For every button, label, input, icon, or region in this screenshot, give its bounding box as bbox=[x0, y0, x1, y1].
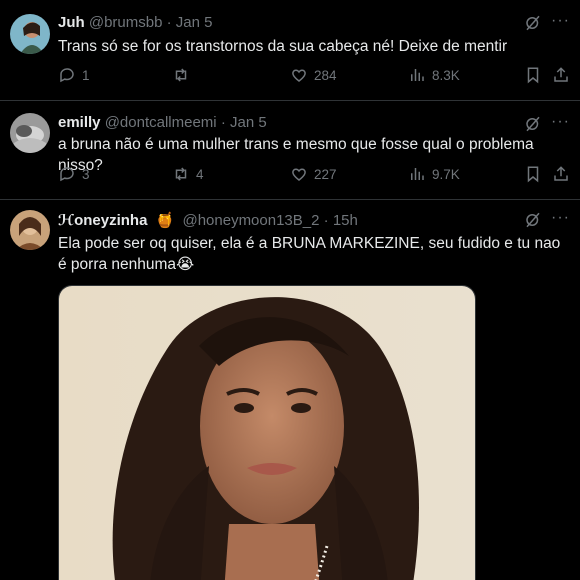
tweet-reply-3[interactable]: ℋoneyzinha 🍯 @honeymoon13B_2 · 15h ··· E… bbox=[0, 200, 580, 580]
tweet-text: Trans só se for os transtornos da sua ca… bbox=[58, 38, 508, 55]
timestamp[interactable]: Jan 5 bbox=[230, 114, 267, 131]
username[interactable]: @brumsbb bbox=[89, 14, 163, 31]
views-button[interactable]: 8.3K bbox=[408, 66, 460, 84]
tweet-media-image[interactable] bbox=[58, 285, 476, 580]
views-icon bbox=[411, 168, 424, 180]
like-count: 284 bbox=[314, 67, 337, 83]
grok-icon[interactable] bbox=[524, 115, 542, 133]
views-button[interactable]: 9.7K bbox=[408, 165, 460, 183]
reply-icon bbox=[60, 68, 74, 83]
tweet-header: Juh @brumsbb · Jan 5 bbox=[58, 14, 212, 31]
bookmark-icon bbox=[527, 166, 539, 183]
repost-button[interactable]: 4 bbox=[172, 165, 204, 183]
tweet-reply-1[interactable]: Juh @brumsbb · Jan 5 ··· Trans só se for… bbox=[0, 0, 580, 101]
repost-icon bbox=[175, 68, 187, 82]
grok-icon[interactable] bbox=[524, 14, 542, 32]
reply-count: 3 bbox=[82, 166, 90, 182]
display-name[interactable]: emilly bbox=[58, 114, 101, 131]
like-button[interactable]: 227 bbox=[290, 165, 337, 183]
separator: · bbox=[323, 212, 329, 229]
views-count: 8.3K bbox=[432, 67, 460, 83]
reply-icon bbox=[60, 167, 74, 182]
repost-count: 4 bbox=[196, 166, 204, 182]
tweet-reply-2[interactable]: emilly @dontcallmeemi · Jan 5 ··· a brun… bbox=[0, 101, 580, 200]
repost-button[interactable] bbox=[172, 66, 196, 84]
share-icon bbox=[554, 67, 568, 82]
avatar[interactable] bbox=[10, 113, 50, 153]
avatar[interactable] bbox=[10, 14, 50, 54]
more-icon[interactable]: ··· bbox=[551, 12, 570, 30]
bookmark-icon bbox=[527, 67, 539, 84]
share-button[interactable] bbox=[552, 165, 570, 183]
views-count: 9.7K bbox=[432, 166, 460, 182]
reply-button[interactable]: 3 bbox=[58, 165, 90, 183]
grok-icon[interactable] bbox=[524, 211, 542, 229]
like-count: 227 bbox=[314, 166, 337, 182]
share-icon bbox=[554, 166, 568, 181]
tweet-text: Ela pode ser oq quiser, ela é a BRUNA MA… bbox=[58, 235, 561, 273]
avatar[interactable] bbox=[10, 210, 50, 250]
action-bar: 1 284 8.3K bbox=[58, 66, 570, 88]
display-name[interactable]: ℋoneyzinha bbox=[58, 212, 147, 229]
separator: · bbox=[220, 114, 226, 131]
more-icon[interactable]: ··· bbox=[551, 209, 570, 227]
heart-icon bbox=[292, 69, 306, 82]
tweet-header: ℋoneyzinha 🍯 @honeymoon13B_2 · 15h bbox=[58, 211, 358, 229]
timestamp[interactable]: Jan 5 bbox=[176, 14, 213, 31]
separator: · bbox=[166, 14, 172, 31]
repost-icon bbox=[175, 167, 187, 181]
share-button[interactable] bbox=[552, 66, 570, 84]
action-bar: 3 4 227 9.7K bbox=[58, 165, 570, 187]
reply-count: 1 bbox=[82, 67, 90, 83]
timestamp[interactable]: 15h bbox=[333, 212, 358, 229]
bookmark-button[interactable] bbox=[524, 66, 542, 84]
like-button[interactable]: 284 bbox=[290, 66, 337, 84]
reply-button[interactable]: 1 bbox=[58, 66, 90, 84]
more-icon[interactable]: ··· bbox=[551, 113, 570, 131]
heart-icon bbox=[292, 168, 306, 181]
tweet-header: emilly @dontcallmeemi · Jan 5 bbox=[58, 114, 267, 131]
bookmark-button[interactable] bbox=[524, 165, 542, 183]
display-name[interactable]: Juh bbox=[58, 14, 85, 31]
views-icon bbox=[411, 69, 424, 81]
honey-badge-emoji: 🍯 bbox=[155, 212, 175, 229]
username[interactable]: @honeymoon13B_2 bbox=[182, 212, 319, 229]
username[interactable]: @dontcallmeemi bbox=[105, 114, 217, 131]
